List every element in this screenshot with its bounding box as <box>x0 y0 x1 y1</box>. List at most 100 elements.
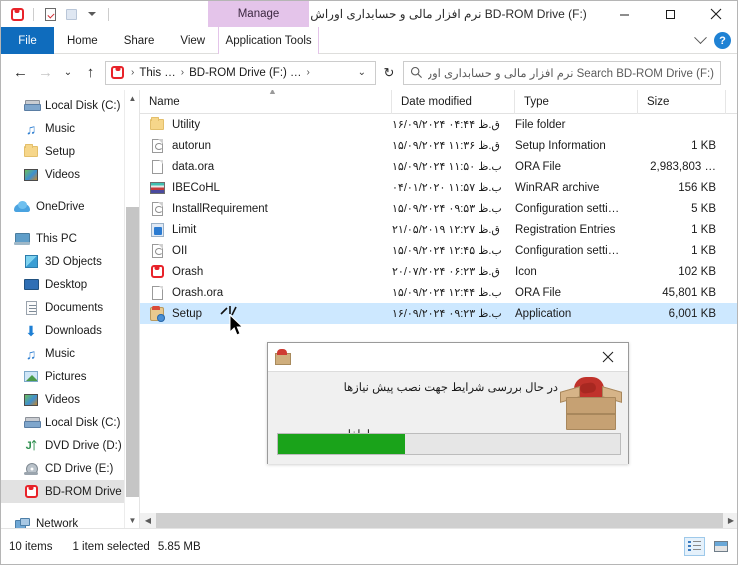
table-row[interactable]: Orash.ora ۱۵/۰۹/۲۰۲۴ ب.ظ ۱۲:۴۴ ORA File … <box>140 282 737 303</box>
breadcrumb-dropdown-icon[interactable]: ⌄ <box>358 67 371 78</box>
navigation-scrollbar[interactable]: ▲ ▼ <box>124 90 139 528</box>
ribbon-right-controls: ? <box>694 27 731 54</box>
sidebar-item-label: Videos <box>45 168 80 181</box>
scroll-down-icon[interactable]: ▼ <box>125 512 139 528</box>
column-header-date-modified[interactable]: Date modified <box>392 90 515 114</box>
sidebar-item-pictures[interactable]: Pictures <box>1 365 139 388</box>
horizontal-scrollbar[interactable]: ◀ ▶ <box>140 513 737 528</box>
sidebar-item-cd-drive-e[interactable]: CD Drive (E:) <box>1 457 139 480</box>
back-button[interactable]: ← <box>8 59 33 87</box>
file-date: ۱۵/۰۹/۲۰۲۴ ب.ظ ۱۲:۴۴ <box>392 287 502 299</box>
large-icons-view-icon[interactable] <box>710 537 731 556</box>
properties-icon[interactable] <box>42 6 58 22</box>
file-name-cell: IBECoHL <box>140 180 392 196</box>
table-row[interactable]: InstallRequirement ۱۵/۰۹/۲۰۲۴ ب.ظ ۰۹:۵۳ … <box>140 198 737 219</box>
folder-icon <box>149 117 165 133</box>
downloads-icon: ⬇ <box>25 322 37 339</box>
sidebar-item-videos-quick[interactable]: Videos <box>1 163 139 186</box>
file-name-cell: Orash.ora <box>140 285 392 301</box>
sidebar-item-bdrom-drive-f[interactable]: BD-ROM Drive ( <box>1 480 139 503</box>
tab-file[interactable]: File <box>1 27 54 54</box>
file-name: Setup <box>172 307 203 320</box>
breadcrumb-item-this-pc[interactable]: This … <box>137 67 177 79</box>
table-row[interactable]: OII ۱۵/۰۹/۲۰۲۴ ب.ظ ۱۲:۴۵ Configuration s… <box>140 240 737 261</box>
scroll-left-icon[interactable]: ◀ <box>140 513 156 528</box>
breadcrumb[interactable]: › This … › BD-ROM Drive (F:) … › ⌄ <box>105 60 376 85</box>
navigation-pane: Local Disk (C:) ♫ Music Setup Videos One… <box>1 90 139 528</box>
tab-home[interactable]: Home <box>54 27 111 54</box>
recent-locations-button[interactable]: ⌄ <box>58 59 78 87</box>
table-row[interactable]: Utility ۱۶/۰۹/۲۰۲۴ ق.ظ ۰۴:۴۴ File folder <box>140 114 737 135</box>
sidebar-item-local-disk-c-quick[interactable]: Local Disk (C:) <box>1 94 139 117</box>
progress-bar-fill <box>278 434 405 454</box>
sidebar-item-label: Music <box>45 347 76 360</box>
tab-application-tools[interactable]: Application Tools <box>218 27 320 54</box>
refresh-button[interactable]: ↻ <box>376 61 402 85</box>
blank-file-icon <box>149 159 165 175</box>
scroll-right-icon[interactable]: ▶ <box>723 513 737 528</box>
file-size: 102 KB <box>678 265 716 278</box>
breadcrumb-separator-3: › <box>306 67 310 78</box>
sidebar-item-3d-objects[interactable]: 3D Objects <box>1 250 139 273</box>
horizontal-scroll-thumb[interactable] <box>156 513 723 528</box>
sidebar-item-setup[interactable]: Setup <box>1 140 139 163</box>
dialog-close-button[interactable] <box>588 343 628 371</box>
new-folder-icon[interactable] <box>63 6 79 22</box>
cloud-icon <box>14 199 30 215</box>
search-placeholder: Search BD-ROM Drive (F:) نرم افزار مالی … <box>428 67 714 80</box>
table-row[interactable]: Limit ۲۱/۰۵/۲۰۱۹ ق.ظ ۱۲:۲۷ Registration … <box>140 219 737 240</box>
file-type: Registration Entries <box>515 223 616 236</box>
sidebar-item-documents[interactable]: Documents <box>1 296 139 319</box>
sidebar-item-music-quick[interactable]: ♫ Music <box>1 117 139 140</box>
customize-caret-icon[interactable] <box>84 6 100 22</box>
sidebar-item-this-pc[interactable]: This PC <box>1 227 139 250</box>
column-header-name[interactable]: Name ▲ <box>140 90 392 114</box>
scroll-up-icon[interactable]: ▲ <box>125 90 139 106</box>
breadcrumb-item-bdrom[interactable]: BD-ROM Drive (F:) … <box>187 67 303 79</box>
sidebar-item-label: Videos <box>45 393 80 406</box>
up-button[interactable]: ↑ <box>78 59 103 87</box>
file-name-cell: Limit <box>140 222 392 238</box>
sidebar-item-dvd-drive-d[interactable]: Jᛏ DVD Drive (D:) J| <box>1 434 139 457</box>
file-name: data.ora <box>172 160 215 173</box>
tab-share[interactable]: Share <box>111 27 168 54</box>
file-type: WinRAR archive <box>515 181 600 194</box>
sidebar-item-music[interactable]: ♫ Music <box>1 342 139 365</box>
sidebar-item-label: 3D Objects <box>45 255 102 268</box>
table-row[interactable]: data.ora ۱۵/۰۹/۲۰۲۴ ب.ظ ۱۱:۵۰ ORA File 2… <box>140 156 737 177</box>
tab-view[interactable]: View <box>167 27 218 54</box>
forward-button[interactable]: → <box>33 59 58 87</box>
view-buttons <box>684 537 731 556</box>
sidebar-item-label: This PC <box>36 232 77 245</box>
search-input[interactable]: Search BD-ROM Drive (F:) نرم افزار مالی … <box>403 60 721 85</box>
close-button[interactable] <box>693 1 737 27</box>
column-header-size[interactable]: Size <box>638 90 726 114</box>
file-name: autorun <box>172 139 212 152</box>
navigation-scroll-thumb[interactable] <box>126 207 139 497</box>
help-icon[interactable]: ? <box>714 32 731 49</box>
sidebar-item-desktop[interactable]: Desktop <box>1 273 139 296</box>
toolbar-divider <box>33 7 34 21</box>
details-view-icon[interactable] <box>684 537 705 556</box>
maximize-button[interactable] <box>647 1 693 27</box>
sidebar-item-network[interactable]: Network <box>1 512 139 528</box>
file-date: ۱۵/۰۹/۲۰۲۴ ب.ظ ۱۱:۵۰ <box>392 161 502 173</box>
sidebar-item-local-disk-c[interactable]: Local Disk (C:) <box>1 411 139 434</box>
sidebar-item-label: Network <box>36 517 79 529</box>
inf-file-icon <box>149 243 165 259</box>
file-size: 1 KB <box>691 139 716 152</box>
sidebar-item-onedrive[interactable]: OneDrive <box>1 195 139 218</box>
navigation-scroll-track[interactable] <box>125 106 139 512</box>
sidebar-item-videos[interactable]: Videos <box>1 388 139 411</box>
table-row[interactable]: autorun ۱۵/۰۹/۲۰۲۴ ق.ظ ۱۱:۳۶ Setup Infor… <box>140 135 737 156</box>
minimize-button[interactable] <box>601 1 647 27</box>
winrar-icon <box>149 180 165 196</box>
table-row[interactable]: IBECoHL ۰۴/۰۱/۲۰۲۰ ب.ظ ۱۱:۵۷ WinRAR arch… <box>140 177 737 198</box>
column-header-type[interactable]: Type <box>515 90 638 114</box>
sidebar-item-downloads[interactable]: ⬇ Downloads <box>1 319 139 342</box>
table-row[interactable]: Setup ۱۶/۰۹/۲۰۲۴ ب.ظ ۰۹:۲۳ Application 6… <box>140 303 737 324</box>
chevron-down-icon[interactable] <box>694 31 707 45</box>
sidebar-item-label: Downloads <box>45 324 102 337</box>
bdrom-drive-icon[interactable] <box>9 6 25 22</box>
table-row[interactable]: Orash ۲۰/۰۷/۲۰۲۴ ق.ظ ۰۶:۲۳ Icon 102 KB <box>140 261 737 282</box>
